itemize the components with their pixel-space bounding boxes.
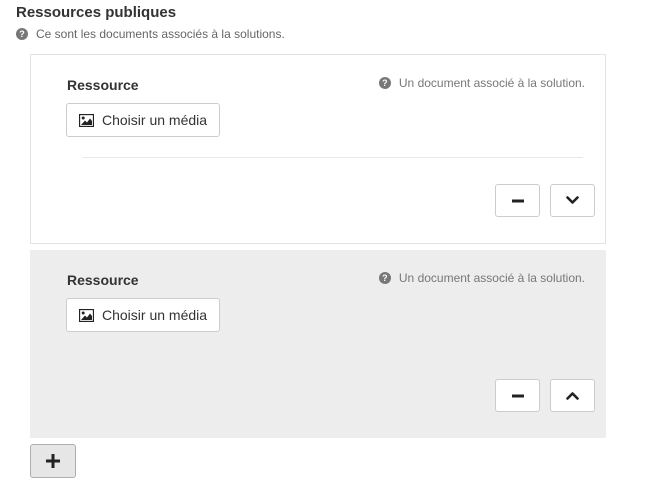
move-down-button[interactable]	[550, 184, 595, 217]
chevron-up-icon	[566, 392, 579, 400]
remove-item-button[interactable]	[495, 184, 540, 217]
image-icon	[79, 113, 94, 127]
question-circle-icon: ?	[16, 28, 28, 40]
minus-icon	[511, 199, 524, 202]
section-title: Ressources publiques	[16, 4, 177, 21]
field-help: ? Un document associé à la solution.	[378, 76, 585, 90]
choose-media-button[interactable]: Choisir un média	[66, 103, 221, 137]
add-item-button[interactable]	[30, 444, 76, 478]
field-label: Ressource	[67, 77, 139, 93]
minus-icon	[511, 394, 524, 397]
question-circle-icon: ?	[378, 272, 391, 284]
plus-icon	[46, 454, 60, 468]
section-help-text: Ce sont les documents associés à la solu…	[36, 27, 285, 41]
image-icon	[79, 308, 94, 322]
resource-item: Ressource ? Un document associé à la sol…	[30, 250, 606, 438]
field-help-text: Un document associé à la solution.	[398, 76, 585, 90]
field-label: Ressource	[67, 272, 139, 288]
question-circle-icon: ?	[378, 77, 391, 89]
field-help: ? Un document associé à la solution.	[378, 271, 585, 285]
field-help-text: Un document associé à la solution.	[398, 271, 585, 285]
remove-item-button[interactable]	[495, 379, 540, 412]
choose-media-button[interactable]: Choisir un média	[66, 298, 221, 332]
divider	[83, 157, 583, 158]
chevron-down-icon	[566, 196, 579, 204]
choose-media-label: Choisir un média	[102, 112, 208, 128]
move-up-button[interactable]	[550, 379, 595, 412]
choose-media-label: Choisir un média	[102, 307, 208, 323]
section-help: ? Ce sont les documents associés à la so…	[16, 27, 285, 41]
resource-item: Ressource ? Un document associé à la sol…	[30, 54, 606, 244]
